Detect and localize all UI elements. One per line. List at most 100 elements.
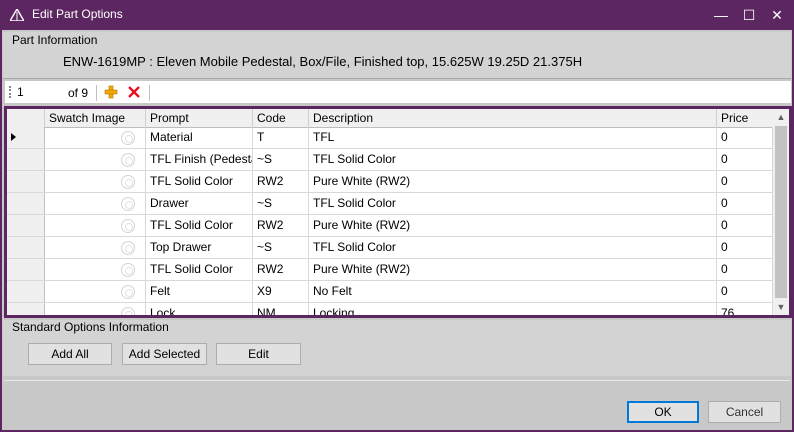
code-cell[interactable]: ~S: [253, 237, 309, 258]
price-cell[interactable]: 0: [717, 281, 773, 302]
swatch-cell[interactable]: [45, 171, 146, 192]
description-cell[interactable]: No Felt: [309, 281, 717, 302]
column-header-description[interactable]: Description: [309, 109, 717, 127]
swatch-placeholder-icon: [121, 263, 135, 277]
add-selected-button[interactable]: Add Selected: [122, 343, 207, 365]
swatch-placeholder-icon: [121, 219, 135, 233]
plus-icon[interactable]: [104, 85, 118, 99]
minimize-button[interactable]: —: [706, 0, 736, 30]
swatch-cell[interactable]: [45, 303, 146, 315]
price-cell[interactable]: 76: [717, 303, 773, 315]
maximize-button[interactable]: ☐: [734, 0, 764, 30]
current-row-arrow-icon: [11, 133, 16, 141]
swatch-cell[interactable]: [45, 193, 146, 214]
swatch-cell[interactable]: [45, 215, 146, 236]
toolbar-separator: [149, 85, 150, 101]
swatch-cell[interactable]: [45, 149, 146, 170]
row-header[interactable]: [7, 303, 45, 315]
table-row[interactable]: TFL Solid Color RW2 Pure White (RW2) 0: [7, 259, 773, 281]
row-header[interactable]: [7, 171, 45, 192]
toolbar-grip[interactable]: [9, 86, 12, 98]
row-header[interactable]: [7, 215, 45, 236]
table-row[interactable]: TFL Solid Color RW2 Pure White (RW2) 0: [7, 215, 773, 237]
delete-x-icon[interactable]: [127, 85, 141, 99]
price-cell[interactable]: 0: [717, 127, 773, 148]
table-row[interactable]: TFL Finish (Pedestal) ~S TFL Solid Color 0: [7, 149, 773, 171]
column-header-price[interactable]: Price: [717, 109, 773, 127]
standard-options-label: Standard Options Information: [12, 320, 169, 334]
table-row[interactable]: TFL Solid Color RW2 Pure White (RW2) 0: [7, 171, 773, 193]
code-cell[interactable]: RW2: [253, 259, 309, 280]
swatch-cell[interactable]: [45, 127, 146, 148]
description-cell[interactable]: Pure White (RW2): [309, 171, 717, 192]
price-cell[interactable]: 0: [717, 237, 773, 258]
description-cell[interactable]: Pure White (RW2): [309, 259, 717, 280]
swatch-placeholder-icon: [121, 197, 135, 211]
prompt-cell[interactable]: Top Drawer: [146, 237, 253, 258]
edit-button[interactable]: Edit: [216, 343, 301, 365]
position-input[interactable]: [15, 84, 67, 100]
cancel-button[interactable]: Cancel: [708, 401, 781, 423]
price-cell[interactable]: 0: [717, 215, 773, 236]
table-row[interactable]: Drawer ~S TFL Solid Color 0: [7, 193, 773, 215]
record-count-label: of 9: [68, 86, 89, 100]
column-header-prompt[interactable]: Prompt: [146, 109, 253, 127]
close-button[interactable]: ✕: [762, 0, 792, 30]
edit-part-options-window: Edit Part Options — ☐ ✕ Part Information…: [0, 0, 794, 432]
code-cell[interactable]: NM: [253, 303, 309, 315]
options-grid[interactable]: Swatch Image Prompt Code Description Pri…: [7, 109, 789, 315]
code-cell[interactable]: T: [253, 127, 309, 148]
description-cell[interactable]: TFL Solid Color: [309, 237, 717, 258]
description-cell[interactable]: TFL: [309, 127, 717, 148]
swatch-placeholder-icon: [121, 241, 135, 255]
row-header[interactable]: [7, 259, 45, 280]
table-row[interactable]: Material T TFL 0: [7, 127, 773, 149]
code-cell[interactable]: ~S: [253, 193, 309, 214]
code-cell[interactable]: RW2: [253, 171, 309, 192]
part-information-panel: Part Information ENW-1619MP : Eleven Mob…: [3, 32, 791, 79]
scrollbar-thumb[interactable]: [775, 126, 787, 298]
row-header[interactable]: [7, 193, 45, 214]
prompt-cell[interactable]: TFL Finish (Pedestal): [146, 149, 253, 170]
swatch-cell[interactable]: [45, 237, 146, 258]
prompt-cell[interactable]: TFL Solid Color: [146, 215, 253, 236]
row-header[interactable]: [7, 127, 45, 148]
price-cell[interactable]: 0: [717, 193, 773, 214]
swatch-placeholder-icon: [121, 153, 135, 167]
description-cell[interactable]: TFL Solid Color: [309, 193, 717, 214]
table-row[interactable]: Felt X9 No Felt 0: [7, 281, 773, 303]
swatch-placeholder-icon: [121, 131, 135, 145]
record-navigator: of 9: [4, 80, 792, 104]
column-header-code[interactable]: Code: [253, 109, 309, 127]
title-bar[interactable]: Edit Part Options — ☐ ✕: [0, 0, 794, 30]
table-row[interactable]: Lock NM Locking 76: [7, 303, 773, 315]
swatch-cell[interactable]: [45, 281, 146, 302]
prompt-cell[interactable]: Felt: [146, 281, 253, 302]
row-header[interactable]: [7, 237, 45, 258]
price-cell[interactable]: 0: [717, 259, 773, 280]
add-all-button[interactable]: Add All: [28, 343, 112, 365]
prompt-cell[interactable]: TFL Solid Color: [146, 259, 253, 280]
code-cell[interactable]: RW2: [253, 215, 309, 236]
column-header-swatch[interactable]: Swatch Image: [45, 109, 146, 127]
code-cell[interactable]: X9: [253, 281, 309, 302]
row-header[interactable]: [7, 281, 45, 302]
prompt-cell[interactable]: TFL Solid Color: [146, 171, 253, 192]
row-header-corner: [7, 109, 45, 127]
scroll-down-icon[interactable]: ▼: [773, 299, 789, 315]
table-row[interactable]: Top Drawer ~S TFL Solid Color 0: [7, 237, 773, 259]
scroll-up-icon[interactable]: ▲: [773, 109, 789, 125]
prompt-cell[interactable]: Lock: [146, 303, 253, 315]
price-cell[interactable]: 0: [717, 171, 773, 192]
code-cell[interactable]: ~S: [253, 149, 309, 170]
ok-button[interactable]: OK: [627, 401, 699, 423]
price-cell[interactable]: 0: [717, 149, 773, 170]
prompt-cell[interactable]: Drawer: [146, 193, 253, 214]
description-cell[interactable]: Locking: [309, 303, 717, 315]
vertical-scrollbar[interactable]: ▲ ▼: [773, 109, 789, 315]
description-cell[interactable]: Pure White (RW2): [309, 215, 717, 236]
description-cell[interactable]: TFL Solid Color: [309, 149, 717, 170]
prompt-cell[interactable]: Material: [146, 127, 253, 148]
swatch-cell[interactable]: [45, 259, 146, 280]
row-header[interactable]: [7, 149, 45, 170]
